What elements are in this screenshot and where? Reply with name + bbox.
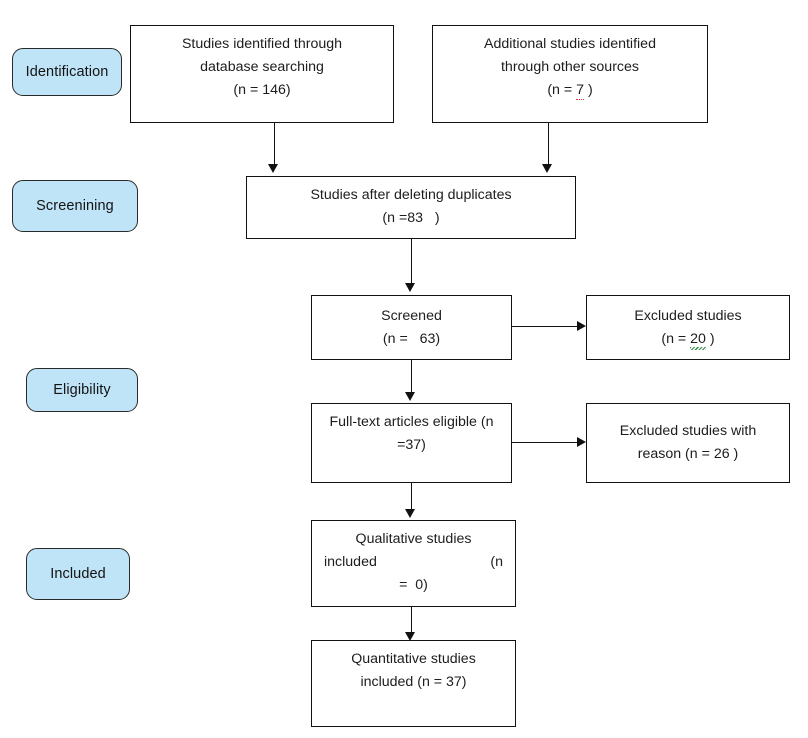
box-quantitative-included[interactable]: Quantitative studies included (n = 37) <box>311 640 516 727</box>
arrowhead-fulltext-to-qualitative <box>405 509 415 518</box>
prisma-flow-diagram: Identification Screenining Eligibility I… <box>0 0 808 738</box>
quantitative-count: included (n = 37) <box>360 674 467 690</box>
quantitative-line-1: Quantitative studies <box>351 651 476 667</box>
excluded-reason-count: reason (n = 26 ) <box>637 446 739 462</box>
box-after-duplicates[interactable]: Studies after deleting duplicates (n =83… <box>246 176 576 239</box>
db-search-count: (n = 146) <box>233 82 291 98</box>
screened-count: (n = 63) <box>382 330 441 347</box>
qualitative-line-2: included (n <box>318 551 509 574</box>
arrowhead-other-sources-to-duplicates <box>542 164 552 173</box>
stage-pill-identification[interactable]: Identification <box>12 48 122 96</box>
box-excluded-with-reason[interactable]: Excluded studies with reason (n = 26 ) <box>586 403 790 483</box>
qualitative-count: = 0) <box>399 577 428 593</box>
other-sources-count-value: 7 <box>576 82 584 100</box>
box-screened[interactable]: Screened (n = 63) <box>311 295 512 360</box>
box-other-sources[interactable]: Additional studies identified through ot… <box>432 25 708 123</box>
qualitative-line-2-left: included <box>324 554 377 570</box>
stage-label-eligibility: Eligibility <box>53 381 111 398</box>
connector-screened-to-fulltext <box>411 360 413 393</box>
connector-qualitative-to-quantitative <box>411 607 413 633</box>
arrowhead-duplicates-to-screened <box>405 283 415 292</box>
excluded-screened-count: (n = 20 ) <box>593 328 783 351</box>
stage-pill-eligibility[interactable]: Eligibility <box>26 368 138 412</box>
arrowhead-fulltext-to-excluded-reason <box>577 437 586 447</box>
fulltext-line-1: Full-text articles eligible (n <box>329 414 494 430</box>
db-search-line-2: database searching <box>200 59 324 75</box>
excluded-screened-count-suffix: ) <box>705 330 715 347</box>
fulltext-count: =37) <box>397 437 426 453</box>
stage-label-screening: Screenining <box>36 197 114 214</box>
qualitative-line-1: Qualitative studies <box>355 531 472 547</box>
box-qualitative-included[interactable]: Qualitative studies included (n = 0) <box>311 520 516 607</box>
arrowhead-db-search-to-duplicates <box>268 164 278 173</box>
connector-fulltext-to-qualitative <box>411 483 413 510</box>
connector-db-search-to-duplicates <box>274 123 276 165</box>
connector-fulltext-to-excluded-reason <box>512 442 578 444</box>
connector-screened-to-excluded <box>512 326 578 328</box>
other-sources-line-2: through other sources <box>500 59 640 75</box>
stage-label-identification: Identification <box>25 63 109 80</box>
connector-duplicates-to-screened <box>411 239 413 284</box>
stage-pill-screening[interactable]: Screenining <box>12 180 138 232</box>
box-excluded-after-screening[interactable]: Excluded studies (n = 20 ) <box>586 295 790 360</box>
stage-pill-included[interactable]: Included <box>26 548 130 600</box>
other-sources-line-1: Additional studies identified <box>484 36 656 52</box>
connector-other-sources-to-duplicates <box>548 123 550 165</box>
after-duplicates-line-1: Studies after deleting duplicates <box>310 187 512 203</box>
db-search-line-1: Studies identified through <box>181 36 343 52</box>
arrowhead-screened-to-excluded <box>577 321 586 331</box>
stage-label-included: Included <box>50 565 106 582</box>
after-duplicates-count: (n =83 ) <box>382 210 440 226</box>
other-sources-count: (n = 7 ) <box>439 79 701 102</box>
screened-line-1: Screened <box>381 307 442 324</box>
box-fulltext-eligible[interactable]: Full-text articles eligible (n =37) <box>311 403 512 483</box>
other-sources-count-prefix: (n = <box>547 82 577 98</box>
excluded-screened-count-value: 20 <box>690 330 706 351</box>
other-sources-count-suffix: ) <box>584 82 593 98</box>
arrowhead-screened-to-fulltext <box>405 392 415 401</box>
qualitative-line-2-right: (n <box>490 554 503 570</box>
excluded-screened-line-1: Excluded studies <box>634 307 742 324</box>
excluded-reason-line-1: Excluded studies with <box>619 423 757 439</box>
box-database-searching[interactable]: Studies identified through database sear… <box>130 25 394 123</box>
excluded-screened-count-prefix: (n = <box>661 330 691 347</box>
